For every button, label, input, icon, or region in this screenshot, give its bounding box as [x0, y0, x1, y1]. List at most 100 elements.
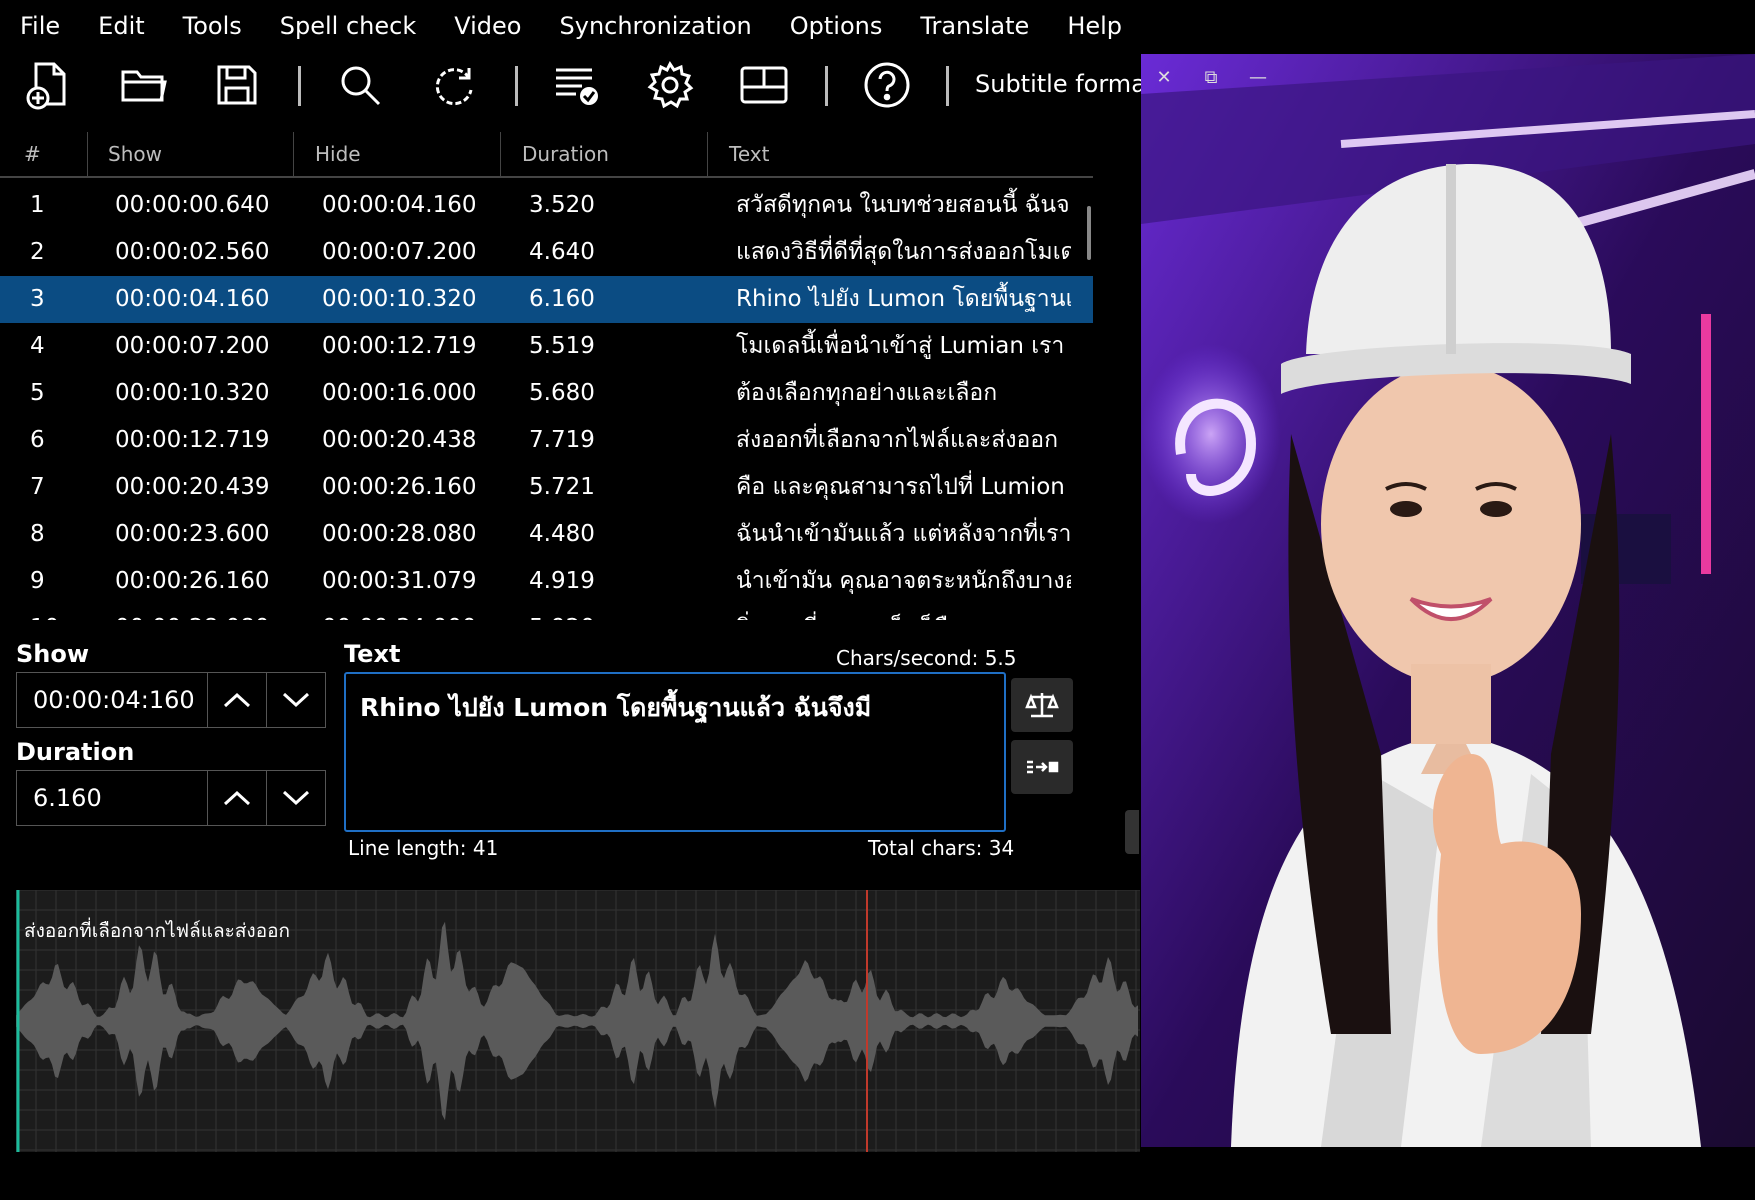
save-button[interactable]: [210, 58, 264, 112]
new-file-button[interactable]: [20, 58, 74, 112]
waveform-subtitle-text: ส่งออกที่เลือกจากไฟล์และส่งออก: [24, 920, 291, 942]
show-decrease-button[interactable]: [266, 673, 325, 727]
chevron-down-icon: [282, 692, 310, 708]
row-show-time: 00:00:23.600: [115, 521, 270, 547]
row-hide-time: 00:00:12.719: [322, 333, 477, 359]
replace-button[interactable]: [427, 58, 481, 112]
table-row[interactable]: 5 00:00:10.320 00:00:16.000 5.680 ต้องเล…: [0, 370, 1093, 417]
chars-per-second: Chars/second: 5.5: [836, 646, 1017, 670]
toolbar-separator: [515, 66, 518, 106]
column-header-text[interactable]: Text: [729, 132, 769, 176]
row-text: คือ และคุณสามารถไปที่ Lumion แล้: [736, 474, 1071, 500]
layout-icon: [740, 66, 788, 104]
row-number: 6: [30, 427, 45, 453]
row-show-time: 00:00:10.320: [115, 380, 270, 406]
table-row-selected[interactable]: 3 00:00:04.160 00:00:10.320 6.160 Rhino …: [0, 276, 1093, 323]
row-text: นำเข้ามัน คุณอาจตระหนักถึงบางอย่า: [736, 568, 1071, 594]
row-duration: 5.920: [529, 605, 595, 620]
audio-waveform[interactable]: ส่งออกที่เลือกจากไฟล์และส่งออก: [16, 890, 1140, 1152]
row-hide-time: 00:00:10.320: [322, 286, 477, 312]
restore-icon: ⧉: [1204, 66, 1218, 88]
column-divider: [707, 132, 708, 176]
menu-synchronization[interactable]: Synchronization: [540, 12, 770, 40]
row-duration: 3.520: [529, 192, 595, 218]
table-row[interactable]: 4 00:00:07.200 00:00:12.719 5.519 โมเดลน…: [0, 323, 1093, 370]
show-increase-button[interactable]: [207, 673, 266, 727]
table-row[interactable]: 1 00:00:00.640 00:00:04.160 3.520 สวัสดี…: [0, 182, 1093, 229]
find-button[interactable]: [333, 58, 387, 112]
table-row[interactable]: 8 00:00:23.600 00:00:28.080 4.480 ฉันนำเ…: [0, 511, 1093, 558]
panel-splitter-handle[interactable]: [1125, 810, 1139, 854]
line-length: Line length: 41: [348, 836, 499, 860]
row-hide-time: 00:00:34.000: [322, 605, 477, 620]
restore-video-button[interactable]: ⧉: [1196, 62, 1226, 92]
row-number: 7: [30, 474, 45, 500]
row-show-time: 00:00:28.080: [115, 605, 270, 620]
subtitle-text-input[interactable]: Rhino ไปยัง Lumon โดยพื้นฐานแล้ว ฉันจึงม…: [344, 672, 1006, 832]
balance-lines-button[interactable]: [1011, 678, 1073, 732]
spell-check-button[interactable]: [550, 58, 604, 112]
table-row[interactable]: 2 00:00:02.560 00:00:07.200 4.640 แสดงวิ…: [0, 229, 1093, 276]
help-button[interactable]: [860, 58, 914, 112]
duration-input[interactable]: 6.160: [33, 771, 102, 825]
open-button[interactable]: [117, 58, 171, 112]
column-header-number[interactable]: #: [24, 132, 41, 176]
column-header-show[interactable]: Show: [108, 132, 162, 176]
menu-file[interactable]: File: [0, 12, 78, 40]
show-time-input[interactable]: 00:00:04:160: [33, 673, 195, 727]
subtitle-grid-header: # Show Hide Duration Text: [0, 132, 1093, 178]
row-text: Rhino ไปยัง Lumon โดยพื้นฐานแล้: [736, 286, 1071, 312]
column-divider: [500, 132, 501, 176]
text-arrow-icon: [1027, 760, 1059, 774]
menu-edit[interactable]: Edit: [78, 12, 162, 40]
column-header-duration[interactable]: Duration: [522, 132, 609, 176]
row-number: 1: [30, 192, 45, 218]
column-header-hide[interactable]: Hide: [315, 132, 361, 176]
duration-stepper[interactable]: 6.160: [16, 770, 326, 826]
row-hide-time: 00:00:31.079: [322, 568, 477, 594]
menu-spell-check[interactable]: Spell check: [260, 12, 434, 40]
minimize-video-button[interactable]: —: [1243, 62, 1273, 92]
row-number: 3: [30, 286, 45, 312]
duration-decrease-button[interactable]: [266, 771, 325, 825]
table-row[interactable]: 6 00:00:12.719 00:00:20.438 7.719 ส่งออก…: [0, 417, 1093, 464]
row-text: โมเดลนี้เพื่อนำเข้าสู่ Lumian เรา: [736, 333, 1065, 359]
gear-icon: [647, 61, 694, 109]
duration-increase-button[interactable]: [207, 771, 266, 825]
table-row[interactable]: 10 00:00:28.080 00:00:34.000 5.920 สิ่งแ…: [0, 605, 1093, 620]
row-hide-time: 00:00:20.438: [322, 427, 477, 453]
row-hide-time: 00:00:26.160: [322, 474, 477, 500]
menu-video[interactable]: Video: [434, 12, 539, 40]
grid-scrollbar-thumb[interactable]: [1087, 206, 1091, 260]
subtitle-format-label: Subtitle format: [975, 70, 1156, 98]
menu-help[interactable]: Help: [1047, 12, 1140, 40]
table-row[interactable]: 7 00:00:20.439 00:00:26.160 5.721 คือ แล…: [0, 464, 1093, 511]
layout-button[interactable]: [737, 58, 791, 112]
status-bar: [0, 1152, 1755, 1200]
row-duration: 5.721: [529, 474, 595, 500]
toolbar-separator: [946, 66, 949, 106]
row-duration: 6.160: [529, 286, 595, 312]
move-text-button[interactable]: [1011, 740, 1073, 794]
table-row[interactable]: 9 00:00:26.160 00:00:31.079 4.919 นำเข้า…: [0, 558, 1093, 605]
new-file-icon: [26, 62, 66, 110]
close-video-button[interactable]: ✕: [1149, 62, 1179, 92]
menu-translate[interactable]: Translate: [900, 12, 1047, 40]
subtitle-grid[interactable]: 1 00:00:00.640 00:00:04.160 3.520 สวัสดี…: [0, 180, 1093, 620]
search-icon: [341, 66, 381, 106]
help-icon: [864, 62, 910, 108]
row-show-time: 00:00:04.160: [115, 286, 270, 312]
subtitle-text-value[interactable]: Rhino ไปยัง Lumon โดยพื้นฐานแล้ว ฉันจึงม…: [346, 674, 1004, 742]
row-number: 5: [30, 380, 45, 406]
row-show-time: 00:00:20.439: [115, 474, 270, 500]
text-label: Text: [344, 640, 401, 668]
menu-tools[interactable]: Tools: [163, 12, 260, 40]
show-time-stepper[interactable]: 00:00:04:160: [16, 672, 326, 728]
menu-options[interactable]: Options: [770, 12, 901, 40]
total-chars: Total chars: 34: [868, 836, 1015, 860]
chevron-up-icon: [223, 692, 251, 708]
save-icon: [217, 65, 257, 105]
settings-button[interactable]: [643, 58, 697, 112]
chevron-down-icon: [282, 790, 310, 806]
video-preview[interactable]: ✕ ⧉ —: [1141, 54, 1755, 1147]
